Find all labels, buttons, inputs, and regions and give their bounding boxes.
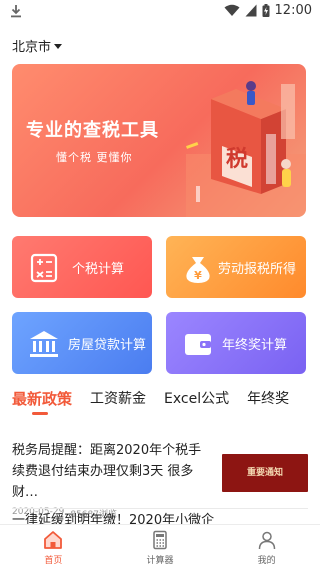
tab-latest-policy[interactable]: 最新政策	[12, 388, 72, 416]
nav-calculator[interactable]: 计算器	[107, 525, 214, 569]
tax-calc-card[interactable]: 个税计算	[12, 236, 152, 298]
article-headline: 一律延缓到明年缴！2020年小微企	[12, 513, 215, 524]
labor-tax-label: 劳动报税所得	[218, 262, 297, 277]
bank-icon	[30, 331, 58, 357]
signal-icon	[245, 4, 257, 17]
promo-banner[interactable]: 税 专业的查税工具 懂个税 更懂你	[12, 64, 306, 217]
wifi-icon	[224, 4, 240, 16]
article-thumbnail: 重要通知	[222, 454, 308, 492]
bottom-nav: 首页 计算器 我的	[0, 524, 320, 569]
calculator-icon	[30, 253, 58, 283]
banner-illustration: 税	[186, 81, 306, 217]
banner-title: 专业的查税工具	[26, 120, 159, 141]
bonus-calc-card[interactable]: 年终奖计算	[166, 312, 306, 374]
article-headline: 税务局提醒：距离2020年个税手续费退付结束办理仅剩3天 很多财…	[12, 443, 202, 500]
banner-badge-char: 税	[226, 146, 248, 172]
tab-indicator	[32, 412, 48, 415]
user-icon	[258, 531, 275, 550]
home-icon	[44, 531, 63, 549]
tab-year-end-bonus[interactable]: 年终奖	[247, 388, 289, 416]
caret-down-icon	[54, 44, 63, 49]
calculator-icon	[153, 530, 167, 550]
battery-icon	[262, 4, 270, 17]
tab-salary[interactable]: 工资薪金	[90, 388, 146, 416]
tax-calc-label: 个税计算	[72, 262, 125, 277]
nav-profile[interactable]: 我的	[213, 525, 320, 569]
news-tabs: 最新政策 工资薪金 Excel公式 年终奖	[12, 388, 307, 416]
mortgage-calc-card[interactable]: 房屋贷款计算	[12, 312, 152, 374]
city-selector[interactable]: 北京市	[12, 36, 63, 55]
money-bag-icon: ¥	[186, 257, 210, 283]
svg-text:¥: ¥	[194, 269, 202, 282]
labor-tax-card[interactable]: ¥ 劳动报税所得	[166, 236, 306, 298]
list-item[interactable]: 一律延缓到明年缴！2020年小微企	[12, 512, 232, 524]
mortgage-calc-label: 房屋贷款计算	[68, 338, 147, 353]
status-bar: 12:00	[0, 0, 320, 24]
bonus-calc-label: 年终奖计算	[222, 338, 288, 353]
download-icon	[11, 5, 21, 18]
city-name: 北京市	[12, 40, 52, 55]
wallet-icon	[185, 334, 211, 355]
nav-home[interactable]: 首页	[0, 525, 107, 569]
banner-subtitle: 懂个税 更懂你	[56, 151, 133, 164]
clock: 12:00	[274, 3, 312, 18]
thumbnail-text: 重要通知	[246, 468, 283, 478]
tab-excel-formula[interactable]: Excel公式	[164, 388, 229, 416]
divider	[12, 508, 308, 509]
